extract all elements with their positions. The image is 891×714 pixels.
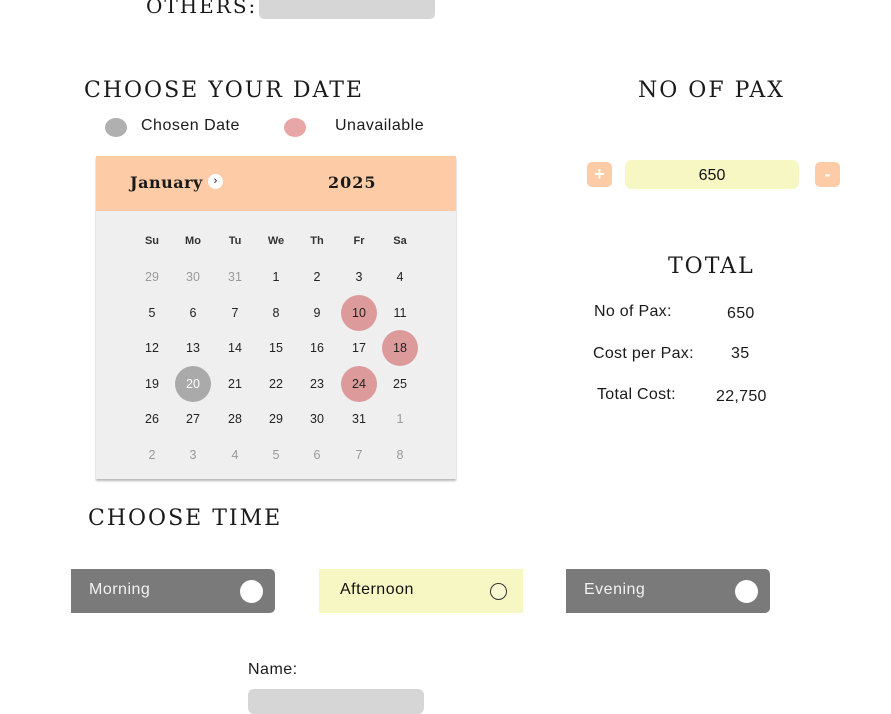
weekday-label: Su xyxy=(144,235,160,247)
pax-quantity-field[interactable]: 650 xyxy=(625,160,799,189)
calendar-header: January › 2025 xyxy=(96,156,456,211)
weekday-label: Fr xyxy=(353,235,365,247)
chosen-date-legend-label: Chosen Date xyxy=(141,117,240,134)
chosen-date-legend-dot xyxy=(105,118,127,137)
others-label: OTHERS: xyxy=(146,0,258,18)
calendar-day[interactable]: 30 xyxy=(299,401,335,437)
calendar-day[interactable]: 5 xyxy=(258,437,294,473)
calendar-day[interactable]: 7 xyxy=(341,437,377,473)
weekday-label: Mo xyxy=(185,235,201,247)
total-pax-value: 650 xyxy=(727,305,755,322)
calendar-day[interactable]: 10 xyxy=(341,295,377,331)
calendar-day[interactable]: 26 xyxy=(134,401,170,437)
time-option-label: Afternoon xyxy=(340,581,414,598)
calendar-day[interactable]: 3 xyxy=(175,437,211,473)
calendar-day[interactable]: 7 xyxy=(217,295,253,331)
calendar-day[interactable]: 4 xyxy=(382,259,418,295)
calendar-day[interactable]: 28 xyxy=(217,401,253,437)
total-cost-label: Total Cost: xyxy=(597,386,676,403)
pax-increment-button[interactable]: + xyxy=(587,162,612,187)
calendar-day[interactable]: 18 xyxy=(382,330,418,366)
choose-time-heading: CHOOSE TIME xyxy=(88,506,283,531)
calendar-day[interactable]: 25 xyxy=(382,366,418,402)
calendar-day[interactable]: 27 xyxy=(175,401,211,437)
calendar-day[interactable]: 23 xyxy=(299,366,335,402)
name-input[interactable] xyxy=(248,689,424,714)
calendar-day[interactable]: 1 xyxy=(258,259,294,295)
time-option-label: Morning xyxy=(89,581,151,598)
calendar-day[interactable]: 4 xyxy=(217,437,253,473)
toggle-knob-icon xyxy=(240,580,263,603)
calendar-day[interactable]: 2 xyxy=(299,259,335,295)
time-option-evening[interactable]: Evening xyxy=(566,569,770,613)
total-heading: TOTAL xyxy=(668,254,755,279)
calendar-day[interactable]: 29 xyxy=(258,401,294,437)
calendar-day[interactable]: 31 xyxy=(217,259,253,295)
time-option-afternoon[interactable]: Afternoon xyxy=(319,569,523,613)
calendar-day[interactable]: 22 xyxy=(258,366,294,402)
calendar-day[interactable]: 6 xyxy=(175,295,211,331)
calendar-day[interactable]: 13 xyxy=(175,330,211,366)
calendar-day[interactable]: 6 xyxy=(299,437,335,473)
total-cost-value: 22,750 xyxy=(716,388,767,405)
radio-circle-icon xyxy=(490,583,507,600)
calendar-day[interactable]: 3 xyxy=(341,259,377,295)
name-label: Name: xyxy=(248,661,298,678)
calendar-day[interactable]: 24 xyxy=(341,366,377,402)
chevron-right-icon[interactable]: › xyxy=(208,174,223,189)
calendar-day[interactable]: 30 xyxy=(175,259,211,295)
calendar-day[interactable]: 14 xyxy=(217,330,253,366)
calendar-day[interactable]: 8 xyxy=(258,295,294,331)
calendar-day[interactable]: 20 xyxy=(175,366,211,402)
calendar-day[interactable]: 17 xyxy=(341,330,377,366)
unavailable-legend-label: Unavailable xyxy=(335,117,425,134)
choose-date-heading: CHOOSE YOUR DATE xyxy=(84,78,364,103)
no-of-pax-heading: NO OF PAX xyxy=(638,78,785,103)
others-input[interactable] xyxy=(259,0,435,19)
calendar-day[interactable]: 15 xyxy=(258,330,294,366)
cost-per-pax-label: Cost per Pax: xyxy=(593,345,694,362)
weekday-label: Tu xyxy=(228,235,242,247)
calendar-day[interactable]: 29 xyxy=(134,259,170,295)
unavailable-legend-dot xyxy=(284,118,306,137)
calendar: January › 2025 Su Mo Tu We Th Fr Sa 29 30 31 1 2 3 4… xyxy=(96,156,456,479)
calendar-day[interactable]: 2 xyxy=(134,437,170,473)
calendar-day[interactable]: 31 xyxy=(341,401,377,437)
calendar-day[interactable]: 21 xyxy=(217,366,253,402)
total-pax-label: No of Pax: xyxy=(594,303,672,320)
calendar-day[interactable]: 12 xyxy=(134,330,170,366)
time-option-morning[interactable]: Morning xyxy=(71,569,275,613)
calendar-year: 2025 xyxy=(328,173,377,192)
calendar-month: January xyxy=(130,173,203,192)
calendar-day[interactable]: 19 xyxy=(134,366,170,402)
time-option-label: Evening xyxy=(584,581,646,598)
weekday-label: Sa xyxy=(393,235,407,247)
calendar-day[interactable]: 11 xyxy=(382,295,418,331)
calendar-day[interactable]: 9 xyxy=(299,295,335,331)
cost-per-pax-value: 35 xyxy=(731,345,750,362)
calendar-day[interactable]: 16 xyxy=(299,330,335,366)
weekday-label: Th xyxy=(310,235,324,247)
calendar-day[interactable]: 1 xyxy=(382,401,418,437)
pax-decrement-button[interactable]: - xyxy=(815,162,840,187)
toggle-knob-icon xyxy=(735,580,758,603)
calendar-day[interactable]: 8 xyxy=(382,437,418,473)
weekday-label: We xyxy=(267,235,285,247)
calendar-day[interactable]: 5 xyxy=(134,295,170,331)
